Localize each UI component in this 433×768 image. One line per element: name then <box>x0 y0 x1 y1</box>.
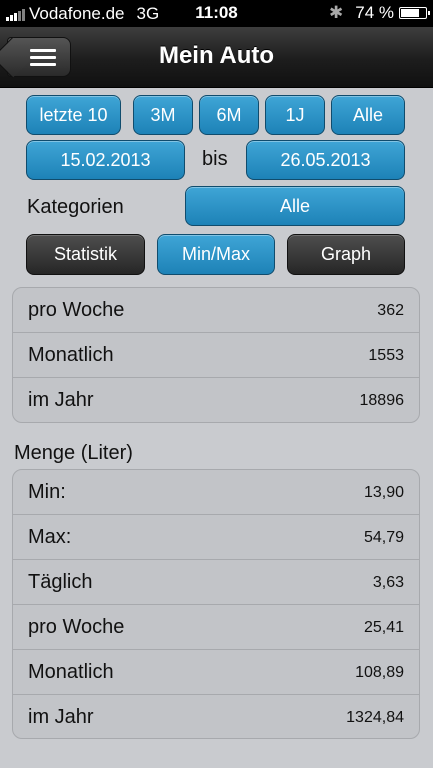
row-label: Monatlich <box>28 661 114 683</box>
date-separator-label: bis <box>202 148 228 170</box>
table-row: Monatlich 108,89 <box>13 650 419 695</box>
row-value: 1324,84 <box>346 709 404 726</box>
date-from-field[interactable]: 15.02.2013 <box>26 140 185 180</box>
range-button-alle[interactable]: Alle <box>331 95 405 135</box>
status-bar: Vodafone.de 3G 11:08 ✱ 74 % <box>0 0 433 27</box>
row-label: pro Woche <box>28 616 125 638</box>
table-row: Täglich 3,63 <box>13 560 419 605</box>
row-label: Min: <box>28 481 66 503</box>
battery-icon <box>399 7 430 19</box>
tab-statistik[interactable]: Statistik <box>26 234 145 275</box>
row-label: pro Woche <box>28 299 125 321</box>
row-value: 108,89 <box>355 664 404 681</box>
table-row: Max: 54,79 <box>13 515 419 560</box>
date-to-field[interactable]: 26.05.2013 <box>246 140 405 180</box>
nav-bar: Mein Auto <box>0 27 433 88</box>
category-select[interactable]: Alle <box>185 186 405 226</box>
row-label: Max: <box>28 526 72 548</box>
table-row: Monatlich 1553 <box>13 333 419 378</box>
row-value: 3,63 <box>372 574 404 591</box>
table-row: Min: 13,90 <box>13 470 419 515</box>
row-value: 362 <box>377 302 404 319</box>
row-value: 1553 <box>368 347 404 364</box>
fuel-stats-table: Min: 13,90 Max: 54,79 Täglich 3,63 pro W… <box>12 469 420 739</box>
fuel-section-header: Menge (Liter) <box>14 442 133 464</box>
battery-label: 74 % <box>355 3 394 22</box>
range-button-3m[interactable]: 3M <box>133 95 193 135</box>
row-label: Monatlich <box>28 344 114 366</box>
table-row: pro Woche 362 <box>13 288 419 333</box>
table-row: pro Woche 25,41 <box>13 605 419 650</box>
tab-graph[interactable]: Graph <box>287 234 405 275</box>
table-row: im Jahr 1324,84 <box>13 695 419 738</box>
bluetooth-icon: ✱ <box>329 3 344 22</box>
row-label: Täglich <box>28 571 93 593</box>
row-value: 25,41 <box>363 619 404 636</box>
row-value: 18896 <box>359 392 405 409</box>
table-row: im Jahr 18896 <box>13 378 419 422</box>
page-title: Mein Auto <box>158 42 275 69</box>
range-button-6m[interactable]: 6M <box>199 95 259 135</box>
row-value: 54,79 <box>363 529 404 546</box>
range-button-1j[interactable]: 1J <box>265 95 325 135</box>
row-label: im Jahr <box>28 706 94 728</box>
category-label: Kategorien <box>27 196 124 218</box>
row-value: 13,90 <box>363 484 404 501</box>
status-right: ✱ 74 % <box>329 3 430 23</box>
range-button-last10[interactable]: letzte 10 <box>26 95 121 135</box>
tab-min-max[interactable]: Min/Max <box>157 234 275 275</box>
row-label: im Jahr <box>28 389 94 411</box>
distance-stats-table: pro Woche 362 Monatlich 1553 im Jahr 188… <box>12 287 420 423</box>
